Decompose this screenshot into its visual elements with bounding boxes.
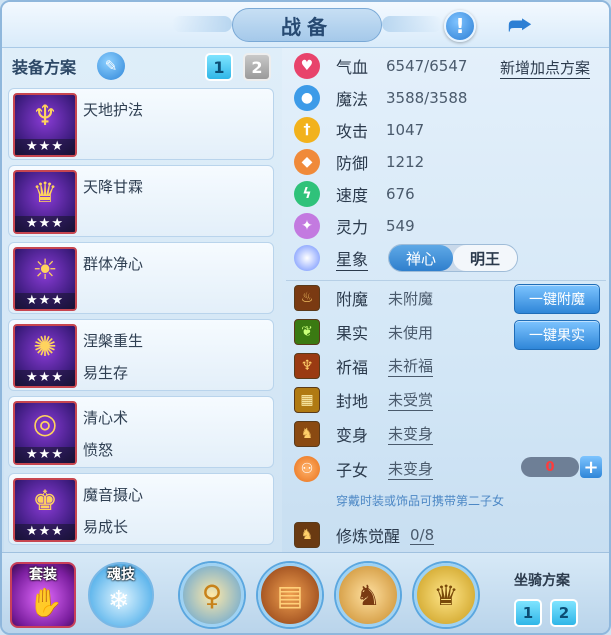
one-click-enchant-button[interactable]: 一键附魔 bbox=[514, 284, 600, 314]
skill-card[interactable]: ✺ ★★★ 涅槃重生 易生存 bbox=[8, 319, 274, 391]
child-icon: ⚇ bbox=[294, 456, 320, 482]
divider bbox=[286, 280, 606, 281]
stat-row-defense: ◆ 防御 1212 bbox=[294, 147, 424, 177]
skill-icon: ☀ ★★★ bbox=[13, 247, 77, 311]
equip-row-blessing: ♆ 祈福 未祈福 bbox=[294, 351, 434, 381]
stat-row-attack: † 攻击 1047 bbox=[294, 115, 424, 145]
skill-card[interactable]: ♆ ★★★ 天地护法 bbox=[8, 88, 274, 160]
skill-card[interactable]: ◎ ★★★ 清心术 愤怒 bbox=[8, 396, 274, 468]
skill-icon: ✺ ★★★ bbox=[13, 324, 77, 388]
blessing-icon: ♆ bbox=[294, 353, 320, 379]
skill-card[interactable]: ☀ ★★★ 群体净心 bbox=[8, 242, 274, 314]
stat-row-hp: ♥ 气血 6547/6547 bbox=[294, 51, 467, 81]
golden-warrior-icon[interactable]: ♛ bbox=[414, 563, 478, 627]
soul-icon: ❄ bbox=[108, 586, 130, 616]
star-sign-toggle: 禅心 明王 bbox=[388, 244, 518, 272]
dancer-icon[interactable]: ♀ bbox=[180, 563, 244, 627]
hand-icon: ✋ bbox=[28, 586, 63, 619]
transform-link[interactable]: 未变身 bbox=[388, 423, 434, 445]
mount-page-1-button[interactable]: 1 bbox=[514, 599, 542, 627]
equip-row-fruit: ❦ 果实 未使用 bbox=[294, 317, 433, 347]
star-option-zen[interactable]: 禅心 bbox=[389, 245, 453, 271]
speed-icon: ϟ bbox=[294, 181, 320, 207]
stat-row-star: 星象 bbox=[294, 243, 386, 273]
add-child-button[interactable]: + bbox=[580, 456, 602, 478]
skill-sub: 愤怒 bbox=[83, 441, 114, 459]
blessing-link[interactable]: 未祈福 bbox=[388, 355, 434, 377]
warrior-icon[interactable]: ♞ bbox=[336, 563, 400, 627]
stat-row-spirit: ✦ 灵力 549 bbox=[294, 211, 415, 241]
wall-icon[interactable]: ▤ bbox=[258, 563, 322, 627]
skill-name: 魔音摄心 bbox=[83, 486, 144, 504]
skill-icon: ♆ ★★★ bbox=[13, 93, 77, 157]
info-button[interactable]: ! bbox=[444, 10, 476, 42]
skill-stars: ★★★ bbox=[15, 139, 75, 155]
skill-name: 清心术 bbox=[83, 409, 129, 427]
one-click-fruit-button[interactable]: 一键果实 bbox=[514, 320, 600, 350]
transform-icon: ♞ bbox=[294, 421, 320, 447]
equip-row-transform: ♞ 变身 未变身 bbox=[294, 419, 434, 449]
suit-tab[interactable]: 套装 ✋ bbox=[10, 562, 76, 628]
share-icon: ⮫ bbox=[507, 10, 533, 41]
equip-row-child: ⚇ 子女 未变身 bbox=[294, 454, 434, 484]
fruit-icon: ❦ bbox=[294, 319, 320, 345]
skill-card[interactable]: ♛ ★★★ 天降甘霖 bbox=[8, 165, 274, 237]
title-ornament-right bbox=[382, 16, 442, 32]
title-ornament-left bbox=[172, 16, 232, 32]
fief-icon: ▦ bbox=[294, 387, 320, 413]
skill-name: 天降甘霖 bbox=[83, 178, 144, 196]
skill-stars: ★★★ bbox=[15, 524, 75, 540]
child-link[interactable]: 未变身 bbox=[388, 458, 434, 480]
skill-card[interactable]: ♚ ★★★ 魔音摄心 易成长 bbox=[8, 473, 274, 545]
skill-icon: ◎ ★★★ bbox=[13, 401, 77, 465]
equip-row-awaken: ♞ 修炼觉醒 0/8 bbox=[294, 520, 435, 550]
stat-row-mp: ● 魔法 3588/3588 bbox=[294, 83, 467, 113]
equip-row-fief: ▦ 封地 未受赏 bbox=[294, 385, 434, 415]
child-counter: 0 bbox=[521, 457, 579, 477]
page-title: 战备 bbox=[232, 8, 382, 42]
new-point-plan-link[interactable]: 新增加点方案 bbox=[500, 57, 591, 79]
star-sign-icon bbox=[294, 245, 320, 271]
stat-row-speed: ϟ 速度 676 bbox=[294, 179, 415, 209]
soul-skill-tab[interactable]: 魂技 ❄ bbox=[88, 562, 154, 628]
edit-plan-button[interactable]: ✎ bbox=[97, 52, 125, 80]
enchant-icon: ♨ bbox=[294, 285, 320, 311]
second-child-hint[interactable]: 穿戴时装或饰品可携带第二子女 bbox=[336, 492, 504, 509]
attack-icon: † bbox=[294, 117, 320, 143]
shield-icon: ◆ bbox=[294, 149, 320, 175]
pencil-icon: ✎ bbox=[104, 57, 118, 75]
skill-stars: ★★★ bbox=[15, 216, 75, 232]
plan-page-1-button[interactable]: 1 bbox=[205, 53, 233, 81]
spirit-icon: ✦ bbox=[294, 213, 320, 239]
star-sign-link[interactable]: 星象 bbox=[336, 250, 369, 271]
mana-icon: ● bbox=[294, 85, 320, 111]
equip-row-enchant: ♨ 附魔 未附魔 bbox=[294, 283, 433, 313]
skill-stars: ★★★ bbox=[15, 370, 75, 386]
mount-plan-label: 坐骑方案 bbox=[514, 573, 570, 589]
skill-list: ♆ ★★★ 天地护法 ♛ ★★★ 天降甘霖 ☀ ★★★ 群体净心 ✺ ★★★ 涅槃重生 … bbox=[8, 88, 274, 550]
plan-page-2-button[interactable]: 2 bbox=[243, 53, 271, 81]
share-button[interactable]: ⮫ bbox=[502, 10, 538, 42]
skill-sub: 易生存 bbox=[83, 364, 129, 382]
skill-stars: ★★★ bbox=[15, 447, 75, 463]
star-option-mingwang[interactable]: 明王 bbox=[453, 245, 517, 271]
fief-link[interactable]: 未受赏 bbox=[388, 389, 434, 411]
skill-icon: ♛ ★★★ bbox=[13, 170, 77, 234]
equip-plan-heading: 装备方案 bbox=[12, 58, 77, 77]
awaken-progress[interactable]: 0/8 bbox=[410, 526, 435, 545]
battle-prep-panel: 战备 ! ⮫ 装备方案 ✎ 1 2 ♆ ★★★ 天地护法 ♛ ★★★ 天降甘霖 ☀ ★… bbox=[0, 0, 611, 635]
skill-sub: 易成长 bbox=[83, 518, 129, 536]
awaken-icon: ♞ bbox=[294, 522, 320, 548]
skill-name: 涅槃重生 bbox=[83, 332, 144, 350]
skill-icon: ♚ ★★★ bbox=[13, 478, 77, 542]
mount-page-2-button[interactable]: 2 bbox=[550, 599, 578, 627]
skill-name: 群体净心 bbox=[83, 255, 144, 273]
skill-stars: ★★★ bbox=[15, 293, 75, 309]
heart-icon: ♥ bbox=[294, 53, 320, 79]
skill-name: 天地护法 bbox=[83, 101, 144, 119]
plus-icon: + bbox=[583, 456, 599, 478]
title-bar: 战备 ! ⮫ bbox=[2, 2, 609, 48]
exclamation-icon: ! bbox=[455, 14, 465, 38]
